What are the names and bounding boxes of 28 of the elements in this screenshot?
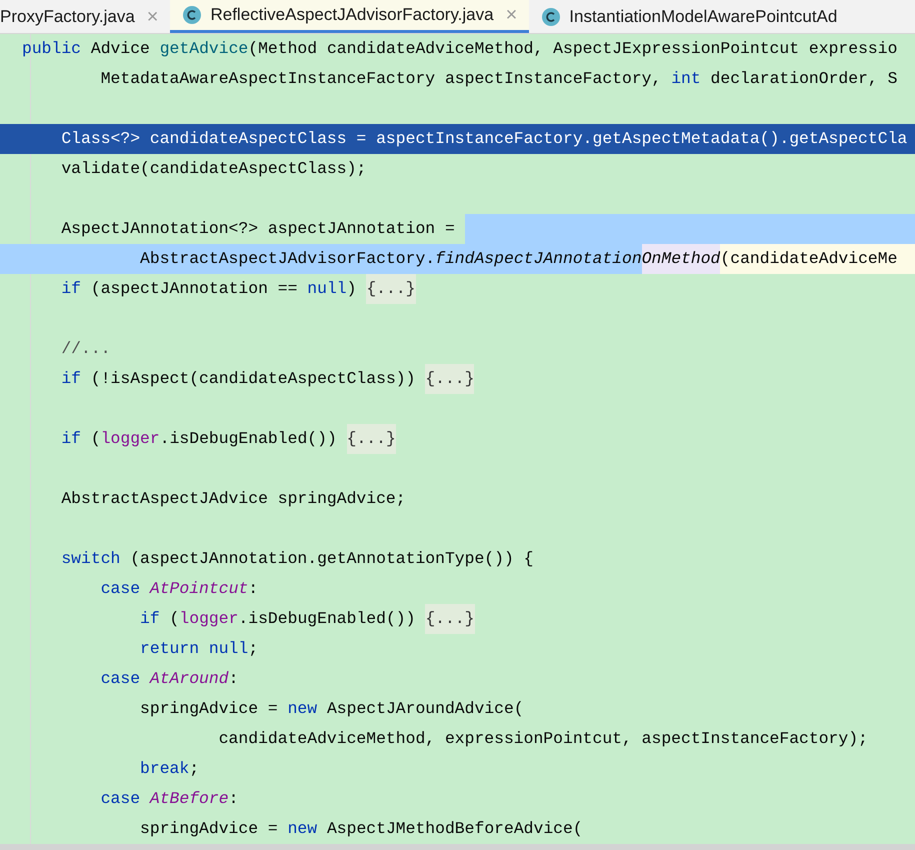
code-line: candidateAdviceMethod, expressionPointcut, aspectInstanceFactory); (218, 728, 868, 750)
line-highlight (897, 244, 915, 274)
code-line: if (logger.isDebugEnabled()) {...} (22, 604, 474, 634)
editor-tab[interactable]: InstantiationModelAwarePointcutAd (529, 0, 850, 33)
code-line: AspectJAnnotation<?> aspectJAnnotation = (60, 218, 456, 240)
class-icon (182, 5, 202, 25)
code-line: MetadataAwareAspectInstanceFactory aspectInstanceFactory, int declarationOrder, S (100, 68, 898, 90)
code-line: springAdvice = new AspectJAroundAdvice( (139, 698, 524, 720)
code-line: return null; (139, 638, 258, 660)
code-line: switch (aspectJAnnotation.getAnnotationType()) { (60, 548, 534, 570)
code-line: case AtBefore: (100, 788, 238, 810)
code-line: break; (139, 758, 200, 780)
code-line: Class<?> candidateAspectClass = aspectInstanceFactory.getAspectMetadata().getAspectCla (60, 128, 908, 150)
class-icon (541, 6, 562, 26)
horizontal-scrollbar[interactable] (0, 844, 915, 850)
code-line: validate(candidateAspectClass); (60, 158, 366, 180)
code-line: AbstractAspectJAdvisorFactory.findAspectJAnnotationOnMethod(candidateAdviceMe (22, 244, 898, 274)
code-line: if (!isAspect(candidateAspectClass)) {...} (22, 364, 474, 394)
code-line: springAdvice = new AspectJMethodBeforeAdvice( (139, 818, 583, 840)
code-line: if (aspectJAnnotation == null) {...} (22, 274, 416, 304)
editor-tab[interactable]: ReflectiveAspectJAdvisorFactory.java × (170, 0, 530, 33)
code-line: case AtPointcut: (100, 578, 258, 600)
code-line: //... (60, 338, 111, 360)
editor-tab[interactable]: ProxyFactory.java × (0, 0, 170, 33)
code-line: AbstractAspectJAdvice springAdvice; (60, 488, 406, 510)
code-line: if (logger.isDebugEnabled()) {...} (22, 424, 396, 454)
code-line: case AtAround: (100, 668, 238, 690)
code-line: public Advice getAdvice(Method candidateAdviceMethod, AspectJExpressionPointcut expressio (22, 38, 898, 60)
